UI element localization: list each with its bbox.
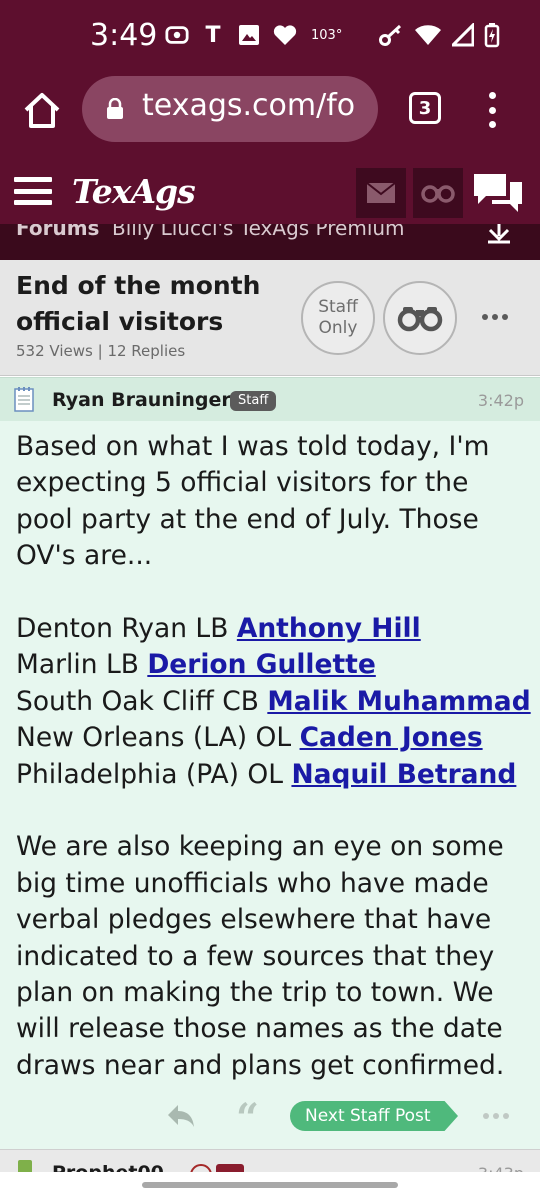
tab-switcher-button[interactable]: 3 <box>409 92 441 124</box>
visitor-detail: Marlin LB <box>16 649 148 681</box>
post-line: big time unofficials who have made <box>16 867 489 899</box>
post-line: We are also keeping an eye on some <box>16 831 504 863</box>
thread-stats-separator: | <box>97 342 103 360</box>
thread-more-icon[interactable] <box>482 314 508 320</box>
notepad-icon <box>14 386 34 412</box>
status-system-icons <box>378 21 500 52</box>
radio-icon <box>165 22 189 48</box>
post-body: Based on what I was told today, I'm expe… <box>16 429 531 1084</box>
visitor-detail: Denton Ryan LB <box>16 613 237 645</box>
signal-icon <box>449 21 475 51</box>
watch-thread-button[interactable] <box>383 281 457 355</box>
status-time: 3:49 <box>90 18 158 53</box>
visitor-detail: Philadelphia (PA) OL <box>16 758 292 790</box>
post-line: draws near and plans get confirmed. <box>16 1049 505 1081</box>
reply-icon[interactable] <box>166 1103 196 1129</box>
chat-icon[interactable] <box>470 170 526 216</box>
image-icon <box>237 22 261 48</box>
visitor-line: South Oak Cliff CB Malik Muhammad <box>16 684 531 720</box>
staff-only-label: Staff Only <box>318 297 358 338</box>
lock-icon <box>106 97 124 120</box>
key-icon <box>378 23 404 51</box>
browser-url-row: texags.com/fo 3 <box>0 72 540 162</box>
mail-icon[interactable] <box>356 168 406 218</box>
post-line: verbal pledges elsewhere that have <box>16 904 492 936</box>
visitor-link[interactable]: Anthony Hill <box>237 613 421 644</box>
visitor-line: Philadelphia (PA) OL Naquil Betrand <box>16 757 528 793</box>
battery-charging-icon <box>484 22 500 52</box>
home-icon[interactable] <box>20 90 64 130</box>
visitor-line: Denton Ryan LB Anthony Hill <box>16 611 528 647</box>
hamburger-menu-icon[interactable] <box>14 177 52 205</box>
url-text: texags.com/fo <box>142 88 356 123</box>
visitor-link[interactable]: Caden Jones <box>300 722 483 753</box>
wifi-icon <box>414 23 442 51</box>
breadcrumb-forum-name[interactable]: Billy Liucci's TexAgs Premium <box>112 224 405 240</box>
gesture-bar <box>0 1172 540 1200</box>
visitor-line: Marlin LB Derion Gullette <box>16 647 528 683</box>
breadcrumb-forums[interactable]: Forums <box>16 224 99 240</box>
post-line: pool party at the end of July. Those <box>16 503 479 535</box>
arrow-down-icon[interactable] <box>486 224 512 244</box>
heart-icon <box>273 22 297 48</box>
staff-badge: Staff <box>230 391 277 411</box>
status-notification-icons: T 103° <box>165 22 342 48</box>
next-staff-post-button[interactable]: Next Staff Post <box>290 1101 458 1131</box>
thread-title: End of the month official visitors <box>16 271 261 336</box>
post-header: Ryan Brauninger Staff 3:42p <box>0 377 540 421</box>
visitor-detail: New Orleans (LA) OL <box>16 722 300 754</box>
post-more-icon[interactable] <box>483 1113 509 1119</box>
quote-icon[interactable]: “ <box>236 1099 259 1139</box>
post-line: expecting 5 official visitors for the <box>16 467 469 499</box>
status-temperature: 103° <box>311 27 343 43</box>
post-time[interactable]: 3:42p <box>478 391 524 410</box>
binoculars-icon[interactable] <box>413 168 463 218</box>
binoculars-icon <box>397 307 443 332</box>
visitor-detail: South Oak Cliff CB <box>16 685 268 717</box>
visitor-link[interactable]: Naquil Betrand <box>291 759 516 790</box>
site-logo[interactable]: TexAgs <box>72 172 196 211</box>
breadcrumb: Forums Billy Liucci's TexAgs Premium <box>0 224 540 260</box>
status-bar: 3:49 T 103° <box>0 0 540 72</box>
thread-stats: 532 Views | 12 Replies <box>16 342 185 360</box>
staff-only-button[interactable]: Staff Only <box>301 281 375 355</box>
url-bar[interactable]: texags.com/fo <box>82 76 378 142</box>
post: Ryan Brauninger Staff 3:42p Based on wha… <box>0 377 540 1149</box>
visitor-line: New Orleans (LA) OL Caden Jones <box>16 720 528 756</box>
visitor-link[interactable]: Derion Gullette <box>147 649 376 680</box>
t-app-icon: T <box>205 22 221 48</box>
post-line: plan on making the trip to town. We <box>16 977 494 1009</box>
browser-menu-icon[interactable] <box>486 92 498 128</box>
thread-views: 532 Views <box>16 342 93 360</box>
visitor-link[interactable]: Malik Muhammad <box>267 686 530 717</box>
post-line: OV's are... <box>16 540 153 572</box>
post-actions: “ Next Staff Post <box>0 1099 540 1139</box>
post-author[interactable]: Ryan Brauninger <box>52 389 231 411</box>
thread-replies: 12 Replies <box>107 342 186 360</box>
post-line: indicated to a few sources that they <box>16 940 495 972</box>
browser-chrome: 3:49 T 103° texags.com/fo 3 <box>0 0 540 162</box>
site-header: TexAgs <box>0 162 540 224</box>
post-line: Based on what I was told today, I'm <box>16 431 490 462</box>
post-line: will release those names as the date <box>16 1013 503 1045</box>
thread-header: End of the month official visitors 532 V… <box>0 260 540 376</box>
